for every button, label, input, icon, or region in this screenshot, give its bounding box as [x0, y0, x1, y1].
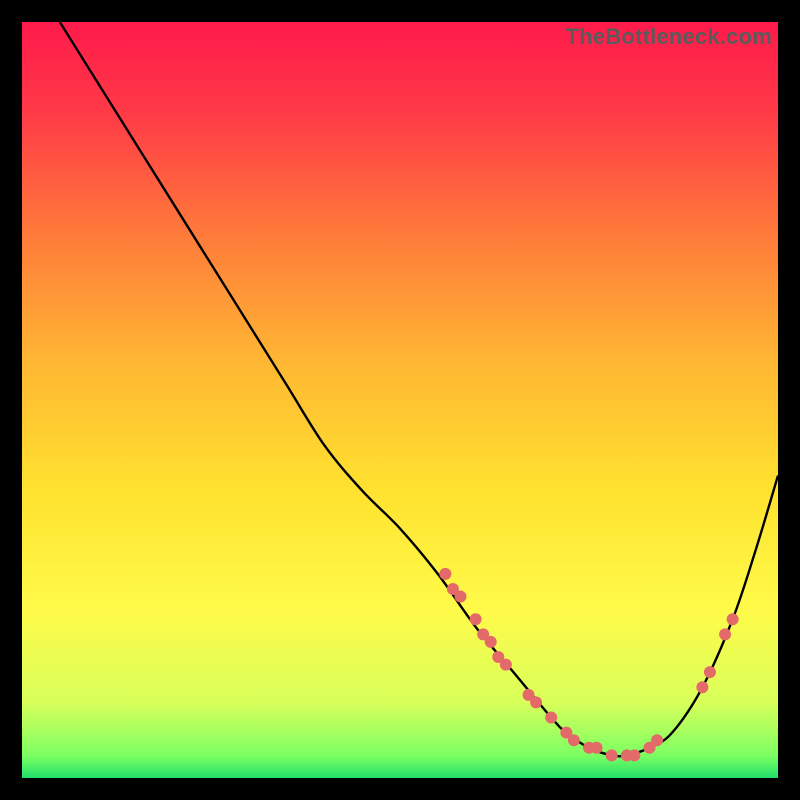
marker-dot — [500, 659, 512, 671]
marker-dot — [439, 568, 451, 580]
marker-dot — [628, 749, 640, 761]
chart-svg — [22, 22, 778, 778]
marker-dot — [454, 591, 466, 603]
marker-dot — [568, 734, 580, 746]
marker-dot — [485, 636, 497, 648]
marker-dot — [591, 742, 603, 754]
marker-dot — [704, 666, 716, 678]
chart-frame: TheBottleneck.com — [22, 22, 778, 778]
marker-dot — [470, 613, 482, 625]
watermark-text: TheBottleneck.com — [566, 24, 772, 50]
marker-dot — [719, 628, 731, 640]
chart-background — [22, 22, 778, 778]
marker-dot — [696, 681, 708, 693]
marker-dot — [606, 749, 618, 761]
marker-dot — [530, 696, 542, 708]
marker-dot — [651, 734, 663, 746]
marker-dot — [545, 712, 557, 724]
marker-dot — [727, 613, 739, 625]
